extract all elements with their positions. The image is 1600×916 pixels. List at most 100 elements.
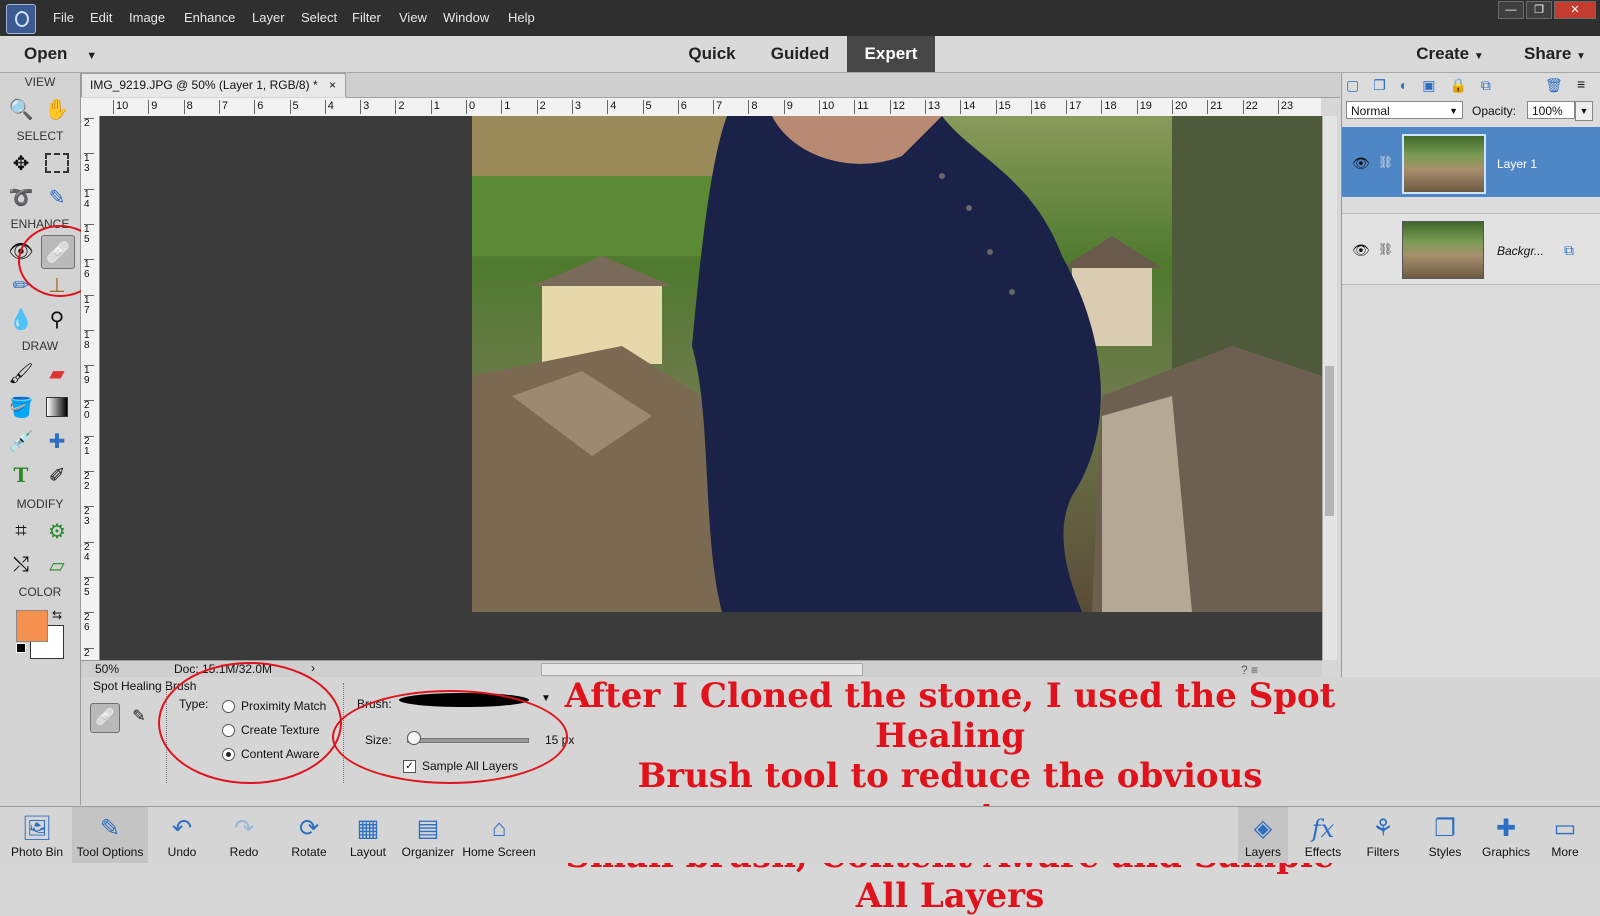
menu-filter[interactable]: Filter [352,10,381,25]
menu-help[interactable]: Help [508,10,535,25]
document-image[interactable] [472,116,1322,612]
healing-brush-option-icon[interactable]: ✎ [125,703,153,731]
link-icon[interactable]: ⛓ [1378,242,1393,256]
marquee-tool-icon[interactable] [41,147,73,179]
chevron-down-icon[interactable]: ▼ [541,693,551,704]
layout-button[interactable]: ▦ Layout [346,807,390,863]
ruler-tick-label: 1 6 [84,259,94,280]
pencil-tool-icon[interactable]: ✐ [41,459,73,491]
more-button[interactable]: ▭ More [1540,807,1590,863]
ruler-tick-label: 2 [395,100,405,114]
document-tab[interactable]: IMG_9219.JPG @ 50% (Layer 1, RGB/8) * × [81,73,346,97]
menu-enhance[interactable]: Enhance [184,10,235,25]
open-button[interactable]: Open ▼ [12,36,124,72]
eye-icon[interactable]: 👁 [1352,242,1370,259]
content-aware-move-icon[interactable]: ⤭ [5,549,37,581]
menu-window[interactable]: Window [443,10,489,25]
app-logo-icon[interactable] [6,4,36,34]
close-window-button[interactable]: ✕ [1554,1,1596,19]
organizer-button[interactable]: ▤ Organizer [400,807,456,863]
opacity-chevron-icon[interactable]: ▼ [1575,101,1593,121]
zoom-level[interactable]: 50% [95,662,119,676]
blend-mode-select[interactable]: Normal ▼ [1346,101,1463,119]
annotation-circle-type [158,662,342,784]
close-tab-icon[interactable]: × [329,78,336,92]
rotate-button[interactable]: ⟳ Rotate [284,807,334,863]
filters-icon: ⚘ [1372,815,1394,842]
opacity-input[interactable]: 100% [1527,101,1575,119]
create-button[interactable]: Create ▼ [1405,36,1495,72]
layers-button[interactable]: ◈ Layers [1238,807,1288,863]
layer-name[interactable]: Layer 1 [1497,157,1537,171]
ruler-top: 10 9 8 7 6 5 4 3 2 1 0 1 2 3 4 5 6 7 8 9 10 11 12 13 14 15 16 17 18 1… [81,98,1321,117]
tab-guided[interactable]: Guided [764,36,836,72]
foreground-color-swatch[interactable] [16,610,48,642]
status-arrow-icon[interactable]: › [311,661,315,675]
brush-tool-icon[interactable]: 🖌 [5,357,37,389]
menu-select[interactable]: Select [301,10,337,25]
type-tool-icon[interactable]: T [5,459,37,491]
lasso-tool-icon[interactable]: ➰ [5,181,37,213]
minimize-button[interactable]: — [1498,1,1524,19]
tool-options-button[interactable]: ✎ Tool Options [72,807,148,863]
ruler-tick-label: 8 [183,100,193,114]
effects-button[interactable]: fx Effects [1298,807,1348,863]
organizer-icon: ▤ [416,815,440,842]
menu-layer[interactable]: Layer [252,10,285,25]
layer-row-layer1[interactable]: 👁 ⛓ Layer 1 [1342,127,1600,197]
ruler-tick-label: 23 [1277,100,1293,114]
scroll-thumb[interactable] [1325,366,1334,516]
graphics-button[interactable]: ✚ Graphics [1478,807,1534,863]
trash-icon[interactable]: 🗑 [1545,77,1563,94]
zoom-tool-icon[interactable]: 🔍 [5,93,37,125]
eyedropper-icon[interactable]: 💉 [5,425,37,457]
layer-toolbar-icons[interactable]: ▢❐◐▣🔒⧉ [1346,77,1505,94]
home-icon: ⌂ [491,815,507,842]
share-button[interactable]: Share ▼ [1510,36,1600,72]
home-screen-button[interactable]: ⌂ Home Screen [460,807,538,863]
filters-button[interactable]: ⚘ Filters [1358,807,1408,863]
eye-icon[interactable]: 👁 [1352,155,1370,172]
styles-button[interactable]: ❐ Styles [1420,807,1470,863]
annotation-circle-size [332,690,568,784]
vertical-scrollbar[interactable] [1322,116,1337,660]
redo-button[interactable]: ↷ Redo [222,807,266,863]
layer-row-background[interactable]: 👁 ⛓ Backgr... ⧉ [1342,213,1600,285]
ruler-tick-label: 2 2 [84,471,94,492]
ruler-tick-label: 8 [748,100,758,114]
custom-shape-icon[interactable]: ✚ [41,425,73,457]
restore-button[interactable]: ❐ [1526,1,1552,19]
quick-selection-tool-icon[interactable]: ✎ [41,181,73,213]
swap-colors-icon[interactable]: ⇆ [52,608,62,622]
link-icon[interactable]: ⛓ [1378,155,1393,169]
photo-bin-button[interactable]: 🖼 Photo Bin [6,807,68,863]
straighten-tool-icon[interactable]: ⏥ [41,549,73,581]
bb-label: Layout [349,845,387,859]
undo-button[interactable]: ↶ Undo [160,807,204,863]
tab-quick[interactable]: Quick [677,36,747,72]
annotation-text: After I Cloned the stone, I used the Spo… [560,676,1340,916]
menu-edit[interactable]: Edit [90,10,112,25]
layer-name[interactable]: Backgr... [1497,244,1544,258]
menu-file[interactable]: File [53,10,74,25]
eraser-tool-icon[interactable]: ▰ [41,357,73,389]
gradient-tool-icon[interactable] [41,391,73,423]
menu-view[interactable]: View [399,10,427,25]
horizontal-scrollbar[interactable] [541,663,863,676]
menu-image[interactable]: Image [129,10,165,25]
hand-tool-icon[interactable]: ✋ [41,93,73,125]
blur-tool-icon[interactable]: 💧 [5,303,37,335]
ruler-tick-label: 2 0 [84,400,94,421]
move-tool-icon[interactable]: ✥ [5,147,37,179]
spot-healing-option-icon[interactable]: 🩹 [90,703,120,733]
crop-tool-icon[interactable]: ⌗ [5,515,37,547]
paint-bucket-icon[interactable]: 🪣 [5,391,37,423]
default-colors-icon[interactable] [16,643,26,653]
tab-expert[interactable]: Expert [847,36,935,72]
lock-layer-icon[interactable]: ⧉ [1564,242,1574,259]
panel-menu-icon[interactable]: ≡ [1577,76,1585,92]
recompose-tool-icon[interactable]: ⚙ [41,515,73,547]
bb-label: Photo Bin [10,845,64,859]
sponge-tool-icon[interactable]: ⚲ [41,303,73,335]
help-icon[interactable]: ? ≡ [1241,663,1258,677]
